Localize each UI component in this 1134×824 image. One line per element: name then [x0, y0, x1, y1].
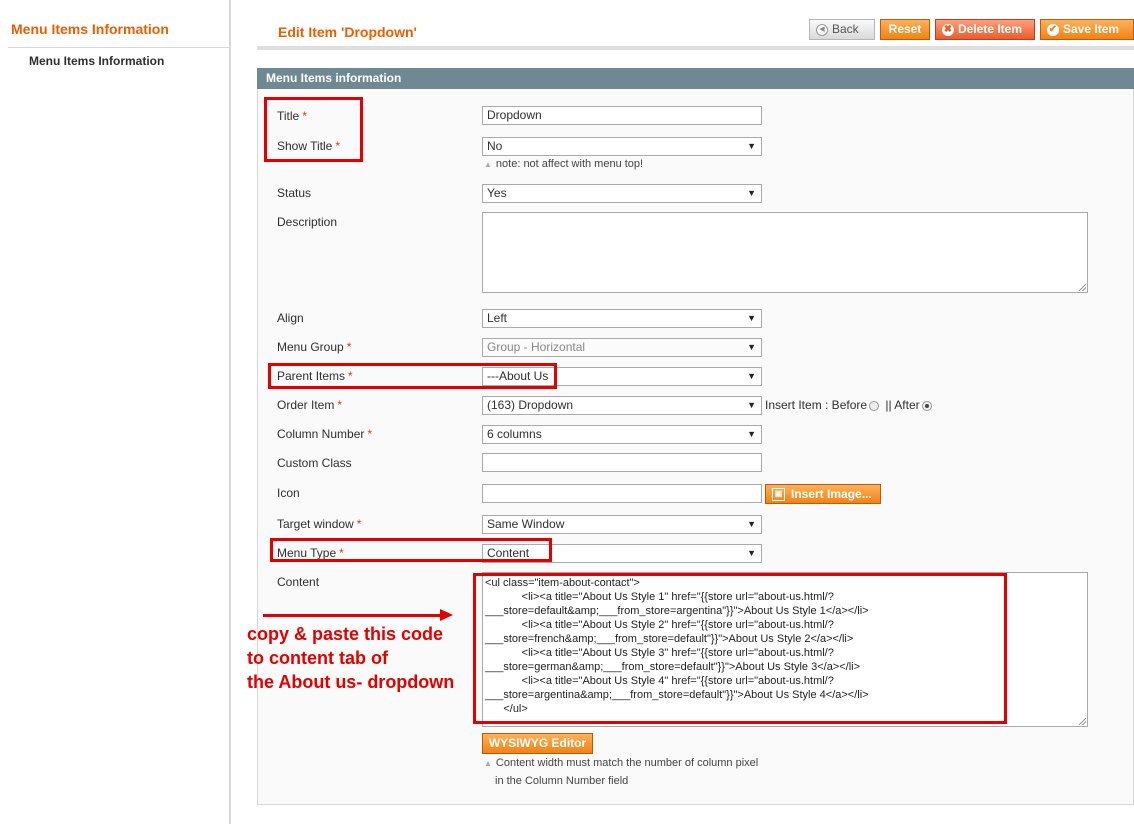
- show-title-select[interactable]: No ▼: [482, 137, 762, 156]
- annotation-arrow-head-icon: [440, 609, 453, 621]
- header-divider: [257, 46, 1134, 50]
- menu-group-select[interactable]: Group - Horizontal ▼: [482, 338, 762, 357]
- align-label: Align: [277, 311, 304, 325]
- save-item-button[interactable]: ✔ Save Item: [1040, 19, 1134, 40]
- resize-handle-icon[interactable]: [1079, 284, 1086, 291]
- note-triangle-icon: ▲: [484, 759, 492, 768]
- status-label: Status: [277, 186, 312, 200]
- target-window-select[interactable]: Same Window ▼: [482, 515, 762, 534]
- highlight-box-menu-type: [270, 538, 552, 562]
- target-window-label: Target window *: [277, 517, 362, 531]
- resize-handle-icon[interactable]: [1079, 718, 1086, 725]
- required-mark: *: [337, 398, 343, 412]
- delete-button-label: Delete Item: [958, 22, 1023, 36]
- sidebar-title: Menu Items Information: [11, 21, 169, 37]
- wysiwyg-editor-button[interactable]: WYSIWYG Editor: [482, 733, 593, 754]
- annotation-text: copy & paste this code to content tab of…: [247, 622, 454, 694]
- required-mark: *: [367, 427, 373, 441]
- sidebar-divider: [8, 47, 230, 48]
- show-title-note: ▲ note: not affect with menu top!: [484, 158, 644, 170]
- annotation-line2: to content tab of: [247, 648, 388, 668]
- insert-after-label: || After: [885, 398, 920, 412]
- required-mark: *: [346, 340, 352, 354]
- description-textarea[interactable]: [482, 212, 1088, 293]
- align-select[interactable]: Left ▼: [482, 309, 762, 328]
- title-input[interactable]: Dropdown: [482, 106, 762, 125]
- sidebar-border: [229, 0, 231, 824]
- note-triangle-icon: ▲: [484, 160, 492, 169]
- annotation-line1: copy & paste this code: [247, 624, 444, 644]
- dropdown-arrow-icon: ▼: [747, 400, 756, 410]
- dropdown-arrow-icon: ▼: [747, 342, 756, 352]
- dropdown-arrow-icon: ▼: [747, 548, 756, 558]
- panel-header: Menu Items information: [257, 68, 1134, 89]
- annotation-arrow-line: [263, 614, 443, 617]
- insert-position-group: Insert Item : Before || After: [765, 398, 935, 412]
- save-button-label: Save Item: [1063, 22, 1120, 36]
- dropdown-arrow-icon: ▼: [747, 371, 756, 381]
- icon-label: Icon: [277, 486, 300, 500]
- dropdown-arrow-icon: ▼: [747, 313, 756, 323]
- insert-after-radio[interactable]: [921, 400, 932, 411]
- custom-class-input[interactable]: [482, 453, 762, 472]
- highlight-box-title: [264, 97, 363, 162]
- column-number-label: Column Number *: [277, 427, 373, 441]
- reset-button[interactable]: Reset: [880, 19, 930, 40]
- sidebar: Menu Items Information Menu Items Inform…: [0, 0, 230, 824]
- highlight-box-content: [473, 573, 1007, 724]
- image-icon: ▣: [772, 488, 785, 502]
- annotation-line3: the About us- dropdown: [247, 672, 455, 692]
- content-note-line2: in the Column Number field: [495, 775, 629, 787]
- description-label: Description: [277, 215, 338, 229]
- content-note-line1: ▲ Content width must match the number of …: [484, 757, 759, 769]
- page-title: Edit Item 'Dropdown': [278, 24, 417, 40]
- sidebar-item-menu-items-information[interactable]: Menu Items Information: [29, 54, 164, 68]
- insert-image-label: Insert Image...: [791, 487, 872, 501]
- order-item-select[interactable]: (163) Dropdown ▼: [482, 396, 762, 415]
- dropdown-arrow-icon: ▼: [747, 429, 756, 439]
- order-item-label: Order Item *: [277, 398, 343, 412]
- checkmark-icon: ✔: [1047, 23, 1059, 36]
- menu-group-label: Menu Group *: [277, 340, 352, 354]
- dropdown-arrow-icon: ▼: [747, 141, 756, 151]
- back-button-label: Back: [832, 22, 859, 36]
- dropdown-arrow-icon: ▼: [747, 188, 756, 198]
- highlight-box-parent-items: [268, 363, 557, 389]
- delete-icon: ✖: [942, 23, 954, 36]
- icon-input[interactable]: [482, 484, 762, 503]
- delete-item-button[interactable]: ✖ Delete Item: [935, 19, 1035, 40]
- back-button[interactable]: ◀ Back: [809, 19, 875, 40]
- status-select[interactable]: Yes ▼: [482, 184, 762, 203]
- custom-class-label: Custom Class: [277, 456, 352, 470]
- insert-item-label: Insert Item : Before: [765, 398, 868, 412]
- insert-image-button[interactable]: ▣ Insert Image...: [765, 484, 881, 504]
- dropdown-arrow-icon: ▼: [747, 519, 756, 529]
- back-arrow-icon: ◀: [816, 23, 828, 36]
- insert-before-radio[interactable]: [869, 400, 880, 411]
- content-label: Content: [277, 575, 320, 589]
- required-mark: *: [356, 517, 362, 531]
- column-number-select[interactable]: 6 columns ▼: [482, 425, 762, 444]
